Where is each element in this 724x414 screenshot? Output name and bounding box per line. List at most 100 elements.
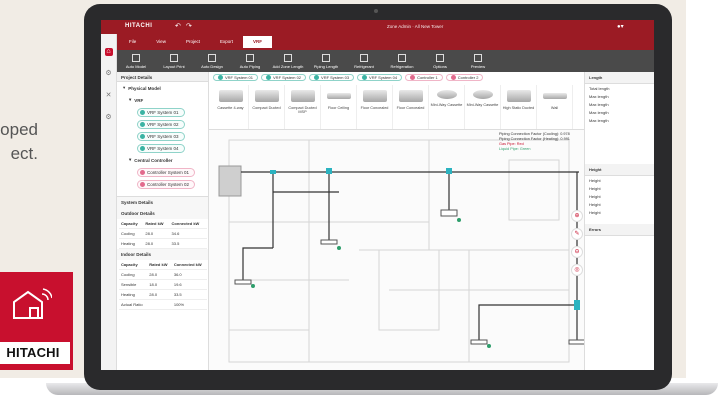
chevron-down-icon: ▾ [129,97,132,102]
tool-preview[interactable]: Preview [459,50,497,72]
errors-header[interactable]: Errors [585,224,654,236]
tab-project[interactable]: Project [176,36,210,48]
controller-label: Controller System 02 [147,181,190,187]
tool-refrigeration[interactable]: Refrigeration [383,50,421,72]
piping-notes: Piping Connection Factor (Cooling): 0.97… [499,132,570,152]
tab-view[interactable]: View [146,36,176,48]
redo-icon[interactable]: ↷ [186,22,192,30]
system-chip: VRF System 02 [137,119,185,129]
height-line: Height [589,185,601,191]
tool-piping-length[interactable]: Piping Length [307,50,345,72]
undo-icon[interactable]: ↶ [175,22,181,30]
tab-export[interactable]: Export [210,36,243,48]
table-cell: Heating [119,289,148,300]
length-header[interactable]: Length [585,72,654,84]
indoor-units[interactable] [234,209,586,345]
tab-file[interactable]: File [119,36,146,48]
unit-card[interactable]: Floor Ceiling [321,85,357,129]
unit-card[interactable]: Mini-Way Cassette [429,85,465,129]
project-details-panel: Project Details ▾ Physical Model ▾ VRF VRF… [117,72,209,370]
outdoor-details-header[interactable]: Outdoor Details [117,208,208,219]
unit-card[interactable]: Floor Concealed [357,85,393,129]
height-header[interactable]: Height [585,164,654,176]
edit-icon[interactable]: ✎ [571,228,583,240]
unit-card[interactable]: Floor Concealed [393,85,429,129]
controller-dot-icon [140,181,145,187]
system-label: VRF System 01 [147,109,179,115]
table-cell: 28.0 [147,269,172,280]
system-tab[interactable]: VRF System 03 [309,74,355,81]
table-row: Heating 28.0 33.5 [119,289,207,300]
unit-card[interactable]: Compact Ducted MSP [285,85,321,129]
ducted-unit-icon [254,90,279,102]
unit-card[interactable]: Compact Ducted [249,85,285,129]
floor-plan-drawing [218,139,586,363]
table-header-row: Capacity Rated kW Connected kW [119,219,207,229]
system-label: VRF System 02 [147,121,179,127]
system-dot-icon [140,109,145,115]
locate-icon[interactable]: ◎ [571,264,583,276]
project-details-header[interactable]: Project Details [117,72,208,82]
system-details-header[interactable]: System Details [117,197,208,208]
table-row: Cooling 28.0 36.0 [119,269,207,280]
tree-controller-02[interactable]: Controller System 02 [117,178,208,190]
physical-model-node[interactable]: ▾ Physical Model [117,82,208,94]
settings-icon[interactable]: ⚙ [105,70,113,78]
controller-dot-icon [140,169,145,175]
tool-label: Auto Piping [239,63,261,69]
user-menu-icon[interactable]: ●▾ [617,23,624,30]
add-icon[interactable]: ⊕ [571,210,583,222]
height-line: Height [589,209,601,215]
tool-label: Layout Print [163,63,185,69]
tool-label: Add Zone Length [272,63,304,69]
table-row: Cooling 28.0 34.6 [119,228,207,239]
unit-card[interactable]: Wall [537,85,573,129]
tree-vrf-system-04[interactable]: VRF System 04 [117,142,208,154]
home-icon[interactable]: ⌂ [104,48,113,56]
tool-add-zone-length[interactable]: Add Zone Length [269,50,307,72]
floor-plan-walls [228,139,570,363]
controller-tab[interactable]: Controller 1 [405,74,443,81]
close-icon[interactable]: ✕ [105,92,113,100]
controller-tab[interactable]: Controller 2 [445,74,484,81]
vrf-node[interactable]: ▾ VRF [117,94,208,106]
tool-refrigerant[interactable]: Refrigerant [345,50,383,72]
unit-card[interactable]: High Static Ducted [501,85,537,129]
chevron-down-icon: ▾ [129,157,132,162]
vrf-label: VRF [134,97,144,103]
tree-controller-01[interactable]: Controller System 01 [117,166,208,178]
delete-icon[interactable]: ⊖ [571,246,583,258]
tree-vrf-system-02[interactable]: VRF System 02 [117,118,208,130]
chevron-down-icon: ▾ [123,85,126,90]
indoor-details-header[interactable]: Indoor Details [117,249,208,260]
floor-plan-canvas[interactable] [209,130,586,370]
unit-label: Mini-Way Cassette [466,103,499,107]
tool-auto-design[interactable]: Auto Design [193,50,231,72]
system-dot-icon [266,75,272,80]
system-tab[interactable]: VRF System 01 [213,74,259,81]
system-dot-icon [362,75,368,80]
unit-card[interactable]: Mini-Way Cassette [465,85,501,129]
tab-vrf[interactable]: VRF [242,36,272,48]
tool-layout-print[interactable]: Layout Print [155,50,193,72]
system-tabs: VRF System 01 VRF System 02 VRF System 0… [209,72,584,83]
gear-icon[interactable]: ⚙ [105,114,113,122]
ribbon-toolbar: Auto Model Layout Print Auto Design Auto… [117,50,654,72]
tool-icon [360,53,368,62]
system-tab[interactable]: VRF System 02 [261,74,307,81]
tool-auto-model[interactable]: Auto Model [117,50,155,72]
tool-label: Auto Design [201,63,223,69]
indoor-table: Capacity Rated kW Connected kW Cooling 2… [119,260,207,310]
tree-vrf-system-03[interactable]: VRF System 03 [117,130,208,142]
unit-card[interactable]: Cassette 4-way [213,85,249,129]
system-tab[interactable]: VRF System 04 [357,74,403,81]
building-wifi-icon [13,288,52,319]
tool-options[interactable]: Options [421,50,459,72]
tagline-line-2: ect. [10,144,38,163]
central-controller-node[interactable]: ▾ Central Controller [117,154,208,166]
tool-auto-piping[interactable]: Auto Piping [231,50,269,72]
tree-vrf-system-01[interactable]: VRF System 01 [117,106,208,118]
outdoor-unit-icon[interactable] [218,165,242,197]
height-line: Height [589,177,601,183]
system-dot-icon [140,133,145,139]
